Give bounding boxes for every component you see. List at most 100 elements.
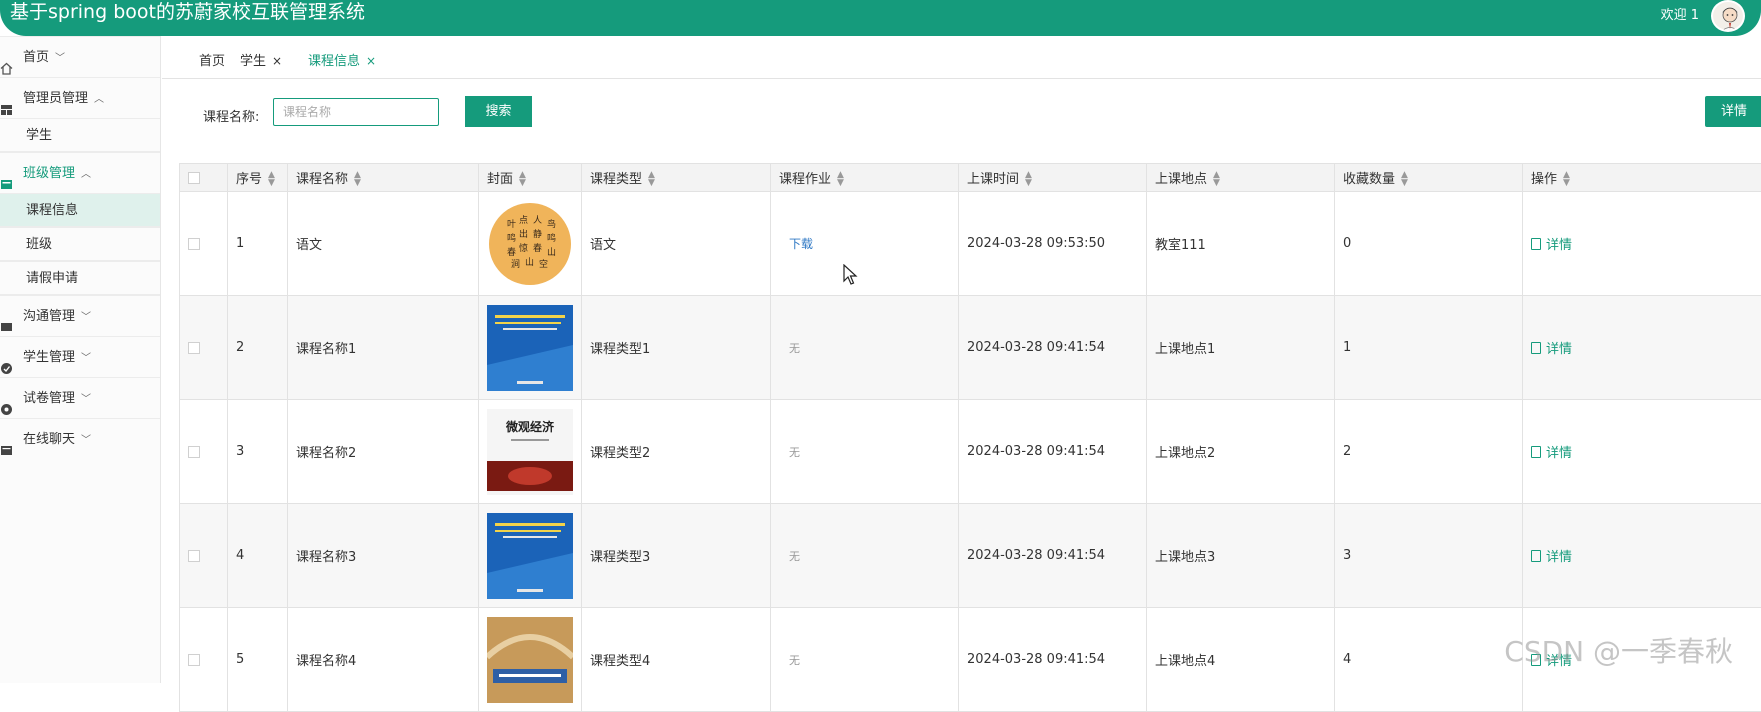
sidebar-item-7[interactable]: 沟通管理 ﹀ [0,295,160,336]
column-header[interactable]: 序号 ▲▼ [228,164,288,192]
table-row[interactable]: 2课程名称1课程类型1无2024-03-28 09:41:54上课地点11详情 [180,296,1761,400]
user-avatar[interactable] [1711,0,1745,32]
course-name: 语文 [288,192,479,296]
svg-text:叶: 叶 [507,219,516,230]
select-all-checkbox-cell[interactable] [180,164,228,192]
column-header[interactable]: 课程类型▲▼ [582,164,771,192]
tab-course-info-label: 课程信息 [308,54,360,69]
course-type: 课程类型4 [582,608,771,712]
sidebar-item-5[interactable]: 班级 [0,227,160,261]
cover-image[interactable] [487,305,581,391]
sort-icon[interactable]: ▲▼ [837,171,844,187]
sidebar-item-3[interactable]: 班级管理︿ [0,152,160,193]
tab-student[interactable]: 学生 × [240,50,282,69]
row-checkbox[interactable] [188,342,200,354]
mouse-cursor-icon [843,264,859,290]
welcome-text: 欢迎 1 [1661,4,1699,23]
sidebar-item-label: 沟通管理 [23,309,75,324]
row-checkbox[interactable] [188,446,200,458]
action-cell: 详情 [1523,504,1761,608]
sidebar-item-0[interactable]: 首页﹀ [0,36,160,77]
sort-icon[interactable]: ▲▼ [1025,171,1032,187]
homework-cell: 无 [771,296,959,400]
table-row[interactable]: 1语文叶点人鸟鸣出静鸣春惊春山涧山空语文下载2024-03-28 09:53:5… [180,192,1761,296]
row-checkbox[interactable] [188,654,200,666]
sidebar-item-label: 班级管理 [23,166,75,181]
column-header[interactable]: 课程名称▲▼ [288,164,479,192]
svg-text:鸣: 鸣 [547,232,556,244]
column-header[interactable]: 上课地点▲▼ [1147,164,1335,192]
sidebar-item-6[interactable]: 请假申请 [0,261,160,295]
svg-text:点: 点 [519,215,528,226]
row-detail-button[interactable]: 详情 [1531,238,1572,253]
row-checkbox-cell[interactable] [180,608,228,712]
svg-text:山: 山 [525,257,534,268]
row-checkbox[interactable] [188,550,200,562]
sidebar-item-10[interactable]: 在线聊天﹀ [0,418,160,459]
row-checkbox-cell[interactable] [180,400,228,504]
row-detail-button[interactable]: 详情 [1531,550,1572,565]
svg-text:鸣: 鸣 [507,232,516,244]
favorite-count: 1 [1335,296,1523,400]
favorite-count: 2 [1335,400,1523,504]
svg-text:出: 出 [519,228,528,240]
sort-icon[interactable]: ▲▼ [1401,171,1408,187]
tab-course-info[interactable]: 课程信息 × [308,50,376,69]
close-icon[interactable]: × [366,54,376,68]
homework-none: 无 [789,446,800,459]
chevron-down-icon: ﹀ [81,297,91,338]
sidebar-item-8[interactable]: 学生管理﹀ [0,336,160,377]
table-row[interactable]: 4课程名称3课程类型3无2024-03-28 09:41:54上课地点33详情 [180,504,1761,608]
tab-home[interactable]: 首页 [199,50,225,69]
sidebar-item-9[interactable]: 试卷管理﹀ [0,377,160,418]
course-name-search-input[interactable] [273,98,439,126]
homework-cell: 无 [771,400,959,504]
sort-icon[interactable]: ▲▼ [1213,171,1220,187]
column-header[interactable]: 封面▲▼ [479,164,582,192]
cover-image[interactable] [487,617,581,703]
cover-image[interactable]: 微观经济 [487,409,581,495]
sort-icon[interactable]: ▲▼ [519,171,526,187]
sidebar-item-2[interactable]: 学生 [0,118,160,152]
homework-download-link[interactable]: 下载 [789,237,813,251]
cover-image[interactable]: 叶点人鸟鸣出静鸣春惊春山涧山空 [487,201,581,287]
sort-icon[interactable]: ▲▼ [648,171,655,187]
cover-image[interactable] [487,513,581,599]
row-checkbox-cell[interactable] [180,192,228,296]
sidebar-item-1[interactable]: 管理员管理︿ [0,77,160,118]
column-header[interactable]: 课程作业 ▲▼ [771,164,959,192]
cover-cell: 叶点人鸟鸣出静鸣春惊春山涧山空 [479,192,582,296]
row-number: 1 [228,192,288,296]
class-time: 2024-03-28 09:41:54 [959,296,1147,400]
sort-icon[interactable]: ▲▼ [268,171,275,187]
sort-icon[interactable]: ▲▼ [354,171,361,187]
row-detail-button[interactable]: 详情 [1531,446,1572,461]
sidebar-item-label: 学生 [26,128,52,143]
row-detail-label: 详情 [1546,238,1572,253]
row-detail-button[interactable]: 详情 [1531,342,1572,357]
column-header[interactable]: 上课时间▲▼ [959,164,1147,192]
column-header[interactable]: 操作▲▼ [1523,164,1761,192]
top-bar: 基于spring boot的苏蔚家校互联管理系统 欢迎 1 [0,0,1761,36]
sidebar: 首页﹀管理员管理︿学生班级管理︿课程信息班级请假申请沟通管理﹀学生管理﹀试卷管理… [0,36,161,683]
table-row[interactable]: 3课程名称2微观经济课程类型2无2024-03-28 09:41:54上课地点2… [180,400,1761,504]
action-cell: 详情 [1523,296,1761,400]
column-header[interactable]: 收藏数量▲▼ [1335,164,1523,192]
class-location: 教室111 [1147,192,1335,296]
sort-icon[interactable]: ▲▼ [1563,171,1570,187]
sidebar-item-4[interactable]: 课程信息 [0,193,160,227]
class-time: 2024-03-28 09:41:54 [959,504,1147,608]
select-all-checkbox[interactable] [188,172,200,184]
cover-cell: 微观经济 [479,400,582,504]
close-icon[interactable]: × [272,54,282,68]
app-title: 基于spring boot的苏蔚家校互联管理系统 [10,0,365,24]
row-checkbox-cell[interactable] [180,504,228,608]
detail-button[interactable]: 详情 [1705,96,1761,127]
column-header-label: 课程作业 [779,172,831,187]
chevron-down-icon: ﹀ [55,38,65,79]
tab-student-label: 学生 [240,54,266,69]
search-button[interactable]: 搜索 [465,96,532,127]
column-header-label: 序号 [236,172,262,187]
row-checkbox-cell[interactable] [180,296,228,400]
row-checkbox[interactable] [188,238,200,250]
